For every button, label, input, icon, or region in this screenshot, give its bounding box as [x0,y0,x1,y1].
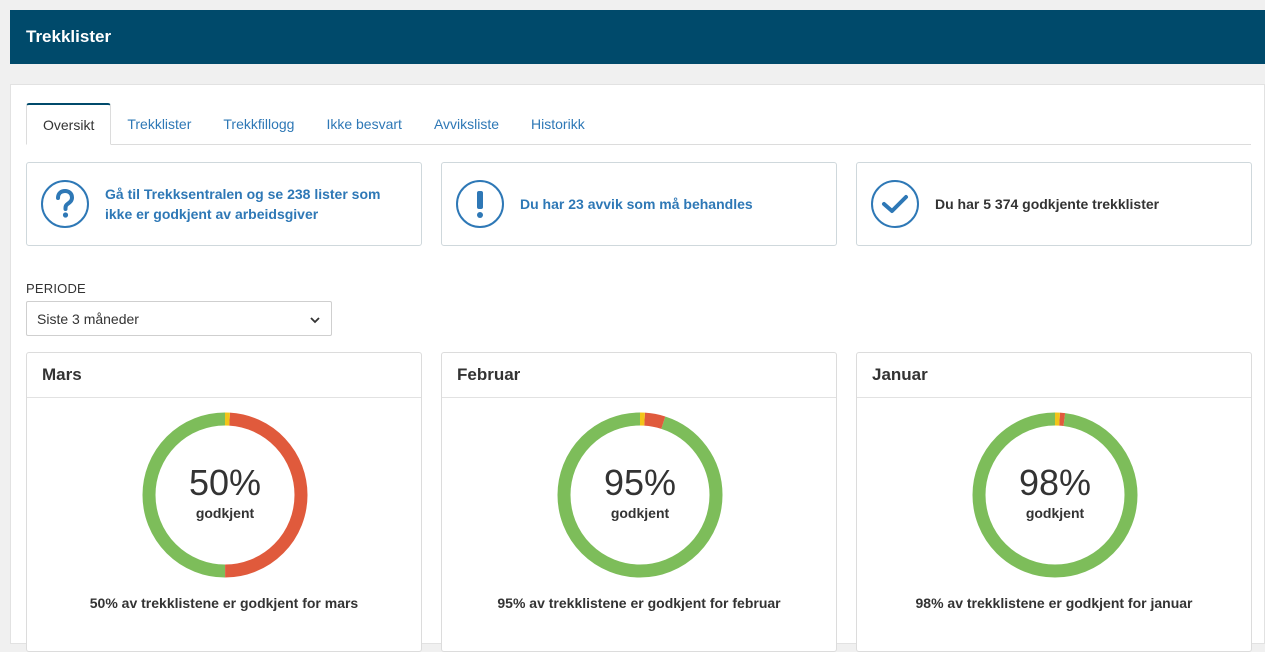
donut-sublabel: godkjent [195,505,255,521]
tab-trekklister[interactable]: Trekklister [111,104,207,144]
periode-select[interactable]: Siste 3 måneder [26,301,332,336]
month-card-mars: Mars 50% godkjent 50% av trekklistene er… [26,352,422,652]
deviations-link[interactable]: Du har 23 avvik som må behandles [520,194,753,214]
tab-oversikt[interactable]: Oversikt [26,103,112,145]
tab-bar: Oversikt Trekklister Trekkfillogg Ikke b… [26,102,1251,145]
donut-percent: 50% [188,462,262,503]
tab-avviksliste[interactable]: Avviksliste [418,104,515,144]
month-caption: 50% av trekklistene er godkjent for mars [89,595,359,611]
exclamation-icon [456,180,504,228]
tab-trekkfillogg[interactable]: Trekkfillogg [207,104,310,144]
donut-chart: 50% godkjent [141,411,309,579]
main-panel: Oversikt Trekklister Trekkfillogg Ikke b… [10,84,1265,652]
month-card-januar: Januar 98% godkjent 98% av trekklistene … [856,352,1252,652]
periode-label: PERIODE [26,281,86,296]
chevron-down-icon [309,313,321,329]
unapproved-lists-card[interactable]: Gå til Trekksentralen og se 238 lister s… [26,162,422,246]
month-title: Februar [442,353,836,398]
tab-historikk[interactable]: Historikk [515,104,601,144]
month-title: Januar [857,353,1251,398]
donut-chart: 98% godkjent [971,411,1139,579]
question-icon [41,180,89,228]
approved-lists-card: Du har 5 374 godkjente trekklister [856,162,1252,246]
unapproved-lists-link[interactable]: Gå til Trekksentralen og se 238 lister s… [105,184,395,224]
checkmark-icon [871,180,919,228]
donut-percent: 98% [1018,462,1092,503]
page-title: Trekklister [26,27,112,46]
donut-chart: 95% godkjent [556,411,724,579]
donut-sublabel: godkjent [1025,505,1085,521]
month-card-februar: Februar 95% godkjent 95% av trekklistene… [441,352,837,652]
deviations-card[interactable]: Du har 23 avvik som må behandles [441,162,837,246]
donut-sublabel: godkjent [610,505,670,521]
approved-lists-text: Du har 5 374 godkjente trekklister [935,196,1160,212]
app-header: Trekklister [10,10,1265,64]
donut-percent: 95% [603,462,677,503]
periode-selected-value: Siste 3 måneder [37,310,139,327]
month-title: Mars [27,353,421,398]
month-caption: 98% av trekklistene er godkjent for janu… [915,595,1193,611]
tab-ikke-besvart[interactable]: Ikke besvart [310,104,417,144]
month-caption: 95% av trekklistene er godkjent for febr… [497,595,781,611]
